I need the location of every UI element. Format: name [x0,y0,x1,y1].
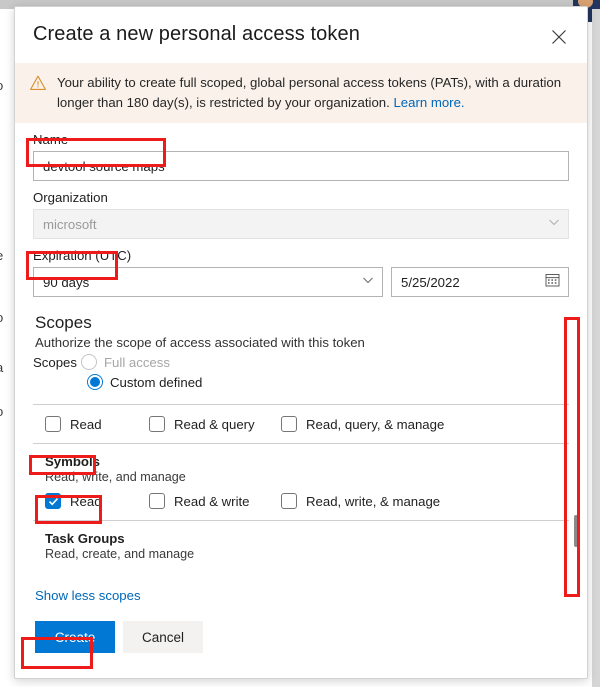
checkbox-icon[interactable] [281,493,297,510]
create-pat-dialog: Create a new personal access token Your … [14,6,588,679]
scope-checkbox-row: Read Read & query Read, query, & manage [45,416,569,433]
checkbox-label: Read [70,493,102,509]
expiration-preset-select[interactable] [33,267,383,298]
expiration-date-value[interactable] [391,267,569,298]
scopes-radio-row-custom-defined[interactable]: Custom defined [87,374,569,391]
checkbox-icon[interactable] [281,416,297,433]
expiration-date-field[interactable] [391,267,569,298]
checkbox-icon[interactable] [149,493,165,510]
radio-full-access [81,354,97,371]
radio-custom-defined-label: Custom defined [110,374,203,390]
name-input[interactable] [33,151,569,182]
checkbox-item[interactable]: Read & query [149,416,281,433]
scope-checkbox-row: Read Read & write Read, write, & manage [45,493,569,510]
checkbox-label: Read, write, & manage [306,493,441,509]
dialog-header: Create a new personal access token [15,7,587,63]
expiration-row [33,267,569,298]
checkbox-icon[interactable] [149,416,165,433]
background-text-fragment: o [0,310,3,325]
page-title: Create a new personal access token [33,23,360,45]
scope-name: Symbols [45,454,100,470]
show-less-scopes-link[interactable]: Show less scopes [35,588,141,603]
checkbox-label: Read & query [174,416,255,432]
radio-full-access-label: Full access [104,354,170,370]
scope-description: Read, write, and manage [45,470,186,485]
background-text-fragment: o [0,404,3,419]
dialog-footer: Create Cancel [35,621,569,654]
radio-custom-defined[interactable] [87,374,103,391]
checkbox-label: Read, query, & manage [306,416,445,432]
scope-block-symbols: Symbols Read, write, and manage Read Rea… [33,444,569,522]
scopes-subheading: Authorize the scope of access associated… [35,335,365,351]
scope-list: Read Read & query Read, query, & manage [33,404,569,572]
checkbox-label: Read & write [174,493,250,509]
background-text-fragment: o [0,78,3,93]
scopes-radio-group-label: Scopes [33,354,77,370]
checkbox-item[interactable]: Read & write [149,493,281,510]
organization-select [33,209,569,240]
checkbox-icon[interactable] [45,493,61,510]
checkbox-item[interactable]: Read [45,416,149,433]
learn-more-link[interactable]: Learn more. [393,95,464,110]
scope-description: Read, create, and manage [45,547,195,562]
create-button[interactable]: Create [35,621,115,654]
background-text-fragment: e [0,248,3,263]
checkbox-item[interactable]: Read, write, & manage [281,493,441,510]
name-label: Name [33,132,69,148]
expiration-label: Expiration (UTC) [33,248,132,264]
warning-banner: Your ability to create full scoped, glob… [15,63,587,124]
checkbox-item[interactable]: Read, query, & manage [281,416,445,433]
dialog-body: Name Organization Expiration (UTC) [15,132,587,654]
page-right-edge [592,9,600,687]
scopes-radio-row-full-access: Scopes Full access [33,354,569,371]
scrollbar-thumb[interactable] [574,515,578,547]
scopes-heading: Scopes [35,313,92,333]
background-text-fragment: a [0,360,3,375]
organization-value [33,209,569,240]
checkbox-label: Read [70,416,102,432]
scope-list-scrollbar[interactable] [571,323,581,605]
warning-triangle-icon [29,74,47,112]
scope-block: Read Read & query Read, query, & manage [33,405,569,445]
close-icon[interactable] [545,23,573,51]
warning-text: Your ability to create full scoped, glob… [57,73,573,112]
checkbox-item[interactable]: Read [45,493,149,510]
warning-message: Your ability to create full scoped, glob… [57,75,562,110]
scope-block-task-groups: Task Groups Read, create, and manage [33,521,569,572]
calendar-icon[interactable] [545,272,560,292]
expiration-preset-value[interactable] [33,267,383,298]
cancel-button[interactable]: Cancel [123,621,203,654]
scope-name: Task Groups [45,531,125,547]
organization-label: Organization [33,190,108,206]
checkbox-icon[interactable] [45,416,61,433]
